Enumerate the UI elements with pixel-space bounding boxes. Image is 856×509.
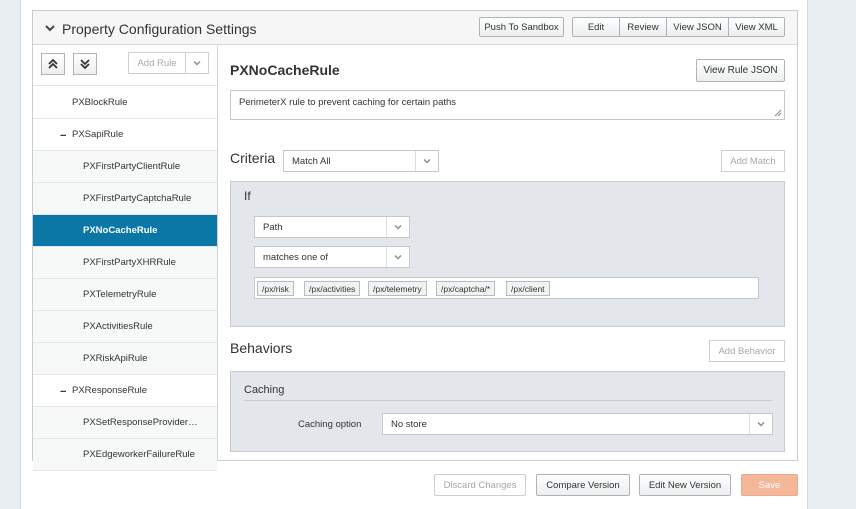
view-json-button[interactable]: View JSON (666, 17, 729, 37)
review-button[interactable]: Review (619, 17, 667, 37)
chevron-down-icon (416, 151, 438, 171)
rule-description-text: PerimeterX rule to prevent caching for c… (239, 97, 457, 108)
discard-changes-button[interactable]: Discard Changes (434, 474, 526, 496)
behavior-name: Caching (244, 384, 285, 396)
rule-item[interactable]: PXTelemetryRule (33, 279, 217, 311)
rule-item-label: PXActivitiesRule (83, 321, 153, 332)
compare-version-button[interactable]: Compare Version (536, 474, 630, 496)
view-xml-button[interactable]: View XML (728, 17, 785, 37)
divider (244, 400, 772, 401)
rule-item-label: PXSapiRule (72, 129, 124, 140)
path-values-input[interactable]: /px/risk /px/activities /px/telemetry /p… (254, 277, 759, 299)
rule-item-label: PXSetResponseProvider… (83, 417, 198, 428)
rule-item[interactable]: PXNoCacheRule (33, 215, 217, 247)
edit-button[interactable]: Edit (572, 17, 620, 37)
panel-header: Property Configuration Settings Push To … (33, 11, 797, 45)
rule-item[interactable]: PXBlockRule (33, 87, 217, 119)
add-rule-label: Add Rule (129, 53, 186, 73)
rule-item[interactable]: PXSetResponseProvider… (33, 407, 217, 439)
rule-item[interactable]: PXFirstPartyCaptchaRule (33, 183, 217, 215)
path-value-tag[interactable]: /px/activities (304, 281, 361, 296)
rule-item[interactable]: PXEdgeworkerFailureRule (33, 439, 217, 471)
chevron-down-icon (186, 53, 208, 73)
edit-new-version-button[interactable]: Edit New Version (639, 474, 731, 496)
rule-item-label: PXFirstPartyXHRRule (83, 257, 176, 268)
criteria-field-select[interactable]: Path (254, 216, 410, 238)
criteria-operator-select[interactable]: matches one of (254, 246, 410, 268)
rule-item-label: PXNoCacheRule (83, 225, 158, 236)
rule-item[interactable]: PXRiskApiRule (33, 343, 217, 375)
add-behavior-button[interactable]: Add Behavior (709, 340, 785, 362)
rule-editor: PXNoCacheRule View Rule JSON PerimeterX … (230, 46, 786, 461)
caching-option-select[interactable]: No store (382, 413, 773, 435)
double-chevron-up-icon (48, 58, 58, 69)
chevron-down-icon[interactable] (43, 21, 57, 35)
rule-item-label: PXTelemetryRule (83, 289, 157, 300)
rule-list: PXBlockRule − PXSapiRule PXFirstPartyClient… (33, 87, 217, 471)
push-to-sandbox-button[interactable]: Push To Sandbox (479, 17, 564, 37)
chevron-down-icon (750, 414, 772, 434)
path-value-tag[interactable]: /px/telemetry (368, 281, 427, 296)
page-container: Property Configuration Settings Push To … (20, 0, 808, 509)
view-rule-json-button[interactable]: View Rule JSON (696, 59, 785, 82)
if-label: If (244, 189, 251, 203)
collapse-minus-icon[interactable]: − (60, 130, 66, 142)
rule-tree-sidebar: Add Rule PXBlockRule − PXSapiRule PXFirstPa… (33, 46, 218, 471)
criteria-if-block: If Path matches one of /px/risk /px/acti… (230, 181, 785, 327)
criteria-field-value: Path (255, 217, 387, 237)
rule-description-textarea[interactable]: PerimeterX rule to prevent caching for c… (230, 90, 785, 120)
rule-item[interactable]: − PXResponseRule (33, 375, 217, 407)
rule-item-label: PXFirstPartyCaptchaRule (83, 193, 192, 204)
rule-item[interactable]: PXFirstPartyClientRule (33, 151, 217, 183)
rule-item-label: PXEdgeworkerFailureRule (83, 449, 195, 460)
rule-item-label: PXResponseRule (72, 385, 147, 396)
save-button[interactable]: Save (741, 474, 798, 496)
resize-grip-icon[interactable] (774, 109, 782, 117)
collapse-minus-icon[interactable]: − (60, 386, 66, 398)
caching-option-value: No store (383, 414, 750, 434)
rule-title: PXNoCacheRule (230, 62, 340, 78)
rule-item[interactable]: PXFirstPartyXHRRule (33, 247, 217, 279)
path-value-tag[interactable]: /px/captcha/* (436, 281, 496, 296)
criteria-heading: Criteria (230, 150, 276, 166)
sidebar-toolbar: Add Rule (33, 46, 217, 86)
behaviors-heading: Behaviors (230, 340, 293, 356)
panel-title: Property Configuration Settings (62, 21, 257, 37)
match-mode-select[interactable]: Match All (283, 150, 439, 172)
rule-item-label: PXBlockRule (72, 97, 128, 108)
caching-behavior-block: Caching Caching option No store (230, 371, 785, 452)
add-rule-dropdown[interactable]: Add Rule (128, 52, 209, 74)
chevron-down-icon (387, 247, 409, 267)
collapse-all-button[interactable] (41, 53, 65, 75)
criteria-operator-value: matches one of (255, 247, 387, 267)
match-mode-value: Match All (284, 151, 416, 171)
add-match-button[interactable]: Add Match (721, 150, 785, 172)
path-value-tag[interactable]: /px/risk (257, 281, 294, 296)
path-value-tag[interactable]: /px/client (506, 281, 550, 296)
caching-option-label: Caching option (298, 419, 362, 430)
rule-item-label: PXRiskApiRule (83, 353, 148, 364)
property-config-panel: Property Configuration Settings Push To … (32, 10, 798, 471)
rule-item-label: PXFirstPartyClientRule (83, 161, 181, 172)
chevron-down-icon (387, 217, 409, 237)
double-chevron-down-icon (80, 59, 90, 70)
expand-all-button[interactable] (73, 53, 97, 75)
rule-item[interactable]: − PXSapiRule (33, 119, 217, 151)
rule-item[interactable]: PXActivitiesRule (33, 311, 217, 343)
